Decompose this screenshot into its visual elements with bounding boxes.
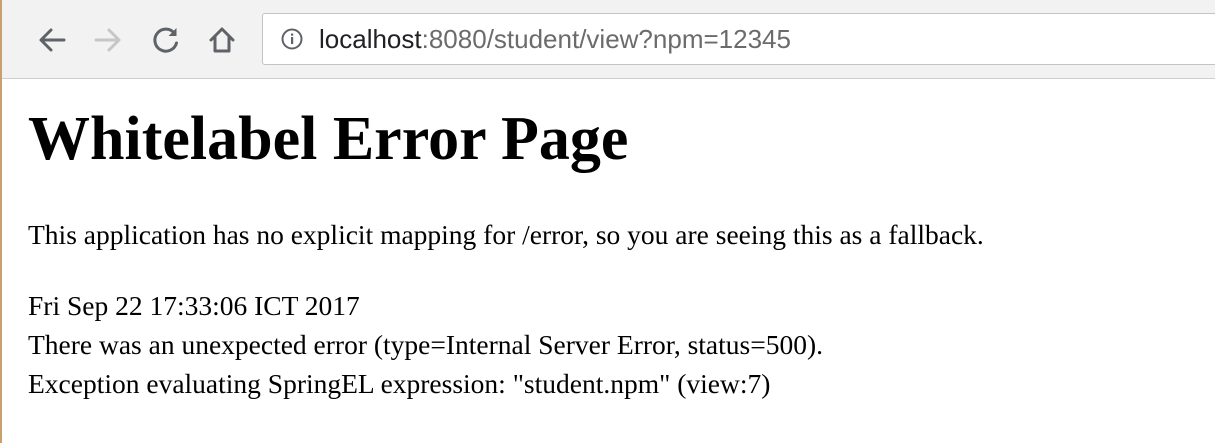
fallback-message: This application has no explicit mapping… <box>28 219 984 250</box>
page-title: Whitelabel Error Page <box>28 105 629 173</box>
arrow-left-icon <box>39 28 66 52</box>
reload-button[interactable] <box>146 20 186 60</box>
home-button[interactable] <box>202 20 242 60</box>
url-text[interactable]: localhost:8080/student/view?npm=12345 <box>319 24 791 54</box>
error-type-line: There was an unexpected error (type=Inte… <box>28 329 824 360</box>
arrow-right-icon <box>94 28 121 52</box>
back-button[interactable] <box>32 20 72 60</box>
page-content: Whitelabel Error Page This application h… <box>28 78 1215 443</box>
info-icon[interactable] <box>281 28 303 50</box>
error-timestamp: Fri Sep 22 17:33:06 ICT 2017 <box>28 290 360 321</box>
forward-button[interactable] <box>88 20 128 60</box>
exception-message: Exception evaluating SpringEL expression… <box>28 368 771 399</box>
url-host: localhost <box>319 24 422 54</box>
url-path: :8080/student/view?npm=12345 <box>421 24 791 54</box>
address-bar[interactable]: localhost:8080/student/view?npm=12345 <box>262 13 1215 65</box>
home-icon <box>209 27 235 53</box>
reload-icon <box>153 27 178 53</box>
browser-toolbar: localhost:8080/student/view?npm=12345 <box>2 0 1215 79</box>
